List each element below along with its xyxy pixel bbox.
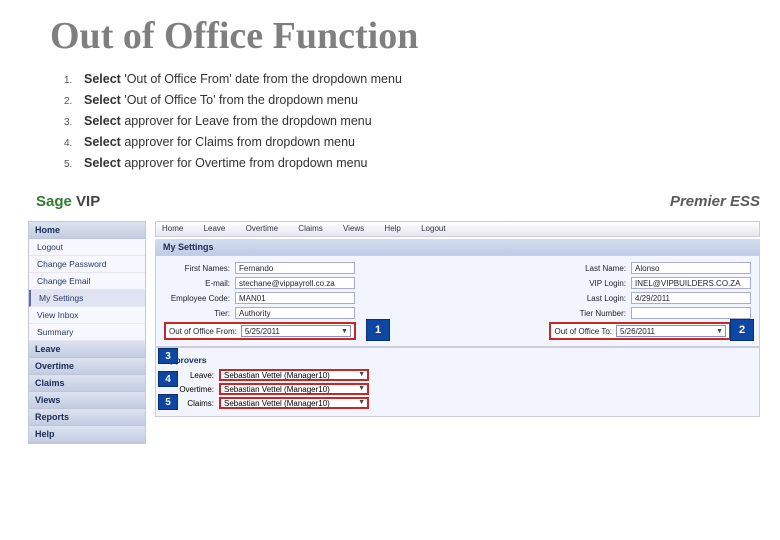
menu-help[interactable]: Help <box>384 224 400 233</box>
from-dropdown[interactable]: 5/25/2011 <box>241 325 351 337</box>
approver-claims-select[interactable]: Sebastian Vettel (Manager10) <box>219 397 369 409</box>
sidebar-header-home[interactable]: Home <box>29 222 145 239</box>
first-name-label: First Names: <box>164 264 230 273</box>
premier-ess-label: Premier ESS <box>670 193 760 210</box>
step-2: 2.Select 'Out of Office To' from the dro… <box>64 93 402 107</box>
sidebar-item-change-password[interactable]: Change Password <box>29 256 145 273</box>
lastlogin-label: Last Login: <box>560 294 626 303</box>
tiernum-label: Tier Number: <box>560 309 626 318</box>
empcode-label: Employee Code: <box>164 294 230 303</box>
approver-overtime-select[interactable]: Sebastian Vettel (Manager10) <box>219 383 369 395</box>
approver-leave-row: Leave: Sebastian Vettel (Manager10) <box>164 369 751 381</box>
logo: Sage VIP <box>36 193 100 210</box>
step-4: 4.Select approver for Claims from dropdo… <box>64 135 402 149</box>
last-name-value: Alonso <box>631 262 751 274</box>
email-label: E-mail: <box>164 279 230 288</box>
step-3: 3.Select approver for Leave from the dro… <box>64 114 402 128</box>
last-name-label: Last Name: <box>560 264 626 273</box>
menu-overtime[interactable]: Overtime <box>246 224 278 233</box>
from-label: Out of Office From: <box>169 327 237 336</box>
first-name-value: Fernando <box>235 262 355 274</box>
tier-label: Tier: <box>164 309 230 318</box>
step-1: 1.Select 'Out of Office From' date from … <box>64 72 402 86</box>
sidebar-header-overtime[interactable]: Overtime <box>29 358 145 375</box>
approver-leave-select[interactable]: Sebastian Vettel (Manager10) <box>219 369 369 381</box>
approver-claims-row: Claims: Sebastian Vettel (Manager10) <box>164 397 751 409</box>
menu-views[interactable]: Views <box>343 224 364 233</box>
sidebar-item-change-email[interactable]: Change Email <box>29 273 145 290</box>
settings-form: First Names: Fernando Last Name: Alonso E-… <box>155 255 760 347</box>
menu-claims[interactable]: Claims <box>298 224 322 233</box>
viplogin-label: VIP Login: <box>560 279 626 288</box>
sidebar-header-views[interactable]: Views <box>29 392 145 409</box>
sidebar-item-my-settings[interactable]: My Settings <box>29 290 145 307</box>
callout-5: 5 <box>158 394 178 410</box>
tiernum-value <box>631 307 751 319</box>
sidebar-item-view-inbox[interactable]: View Inbox <box>29 307 145 324</box>
tier-value: Authority <box>235 307 355 319</box>
sidebar-header-leave[interactable]: Leave <box>29 341 145 358</box>
sidebar-header-help[interactable]: Help <box>29 426 145 443</box>
email-value: stechane@vippayroll.co.za <box>235 277 355 289</box>
approver-overtime-row: Overtime: Sebastian Vettel (Manager10) <box>164 383 751 395</box>
main-panel: My Settings First Names: Fernando Last Na… <box>155 239 760 417</box>
instruction-list: 1.Select 'Out of Office From' date from … <box>64 72 402 177</box>
empcode-value: MAN01 <box>235 292 355 304</box>
callout-3: 3 <box>158 348 178 364</box>
sidebar-item-summary[interactable]: Summary <box>29 324 145 341</box>
to-label: Out of Office To: <box>554 327 612 336</box>
slide-title: Out of Office Function <box>50 14 418 58</box>
sidebar-header-reports[interactable]: Reports <box>29 409 145 426</box>
callout-1: 1 <box>366 319 390 341</box>
callout-4: 4 <box>158 371 178 387</box>
sidebar-item-logout[interactable]: Logout <box>29 239 145 256</box>
step-5: 5.Select approver for Overtime from drop… <box>64 156 402 170</box>
menu-leave[interactable]: Leave <box>204 224 226 233</box>
callout-2: 2 <box>730 319 754 341</box>
menu-home[interactable]: Home <box>162 224 183 233</box>
sidebar-header-claims[interactable]: Claims <box>29 375 145 392</box>
to-dropdown[interactable]: 5/26/2011 <box>616 325 726 337</box>
viplogin-value: INEL@VIPBUILDERS.CO.ZA <box>631 277 751 289</box>
approvers-header: Approvers <box>164 353 751 367</box>
sidebar: Home Logout Change Password Change Email… <box>28 221 146 444</box>
out-of-office-to-box: Out of Office To: 5/26/2011 <box>549 322 731 340</box>
menu-bar: Home Leave Overtime Claims Views Help Lo… <box>155 221 760 237</box>
tab-my-settings: My Settings <box>155 239 760 255</box>
app-screenshot: Sage VIP Premier ESS Home Leave Overtime… <box>20 193 760 433</box>
menu-logout[interactable]: Logout <box>421 224 445 233</box>
approvers-panel: Approvers Leave: Sebastian Vettel (Manag… <box>155 347 760 417</box>
out-of-office-from-box: Out of Office From: 5/25/2011 <box>164 322 356 340</box>
lastlogin-value: 4/29/2011 <box>631 292 751 304</box>
